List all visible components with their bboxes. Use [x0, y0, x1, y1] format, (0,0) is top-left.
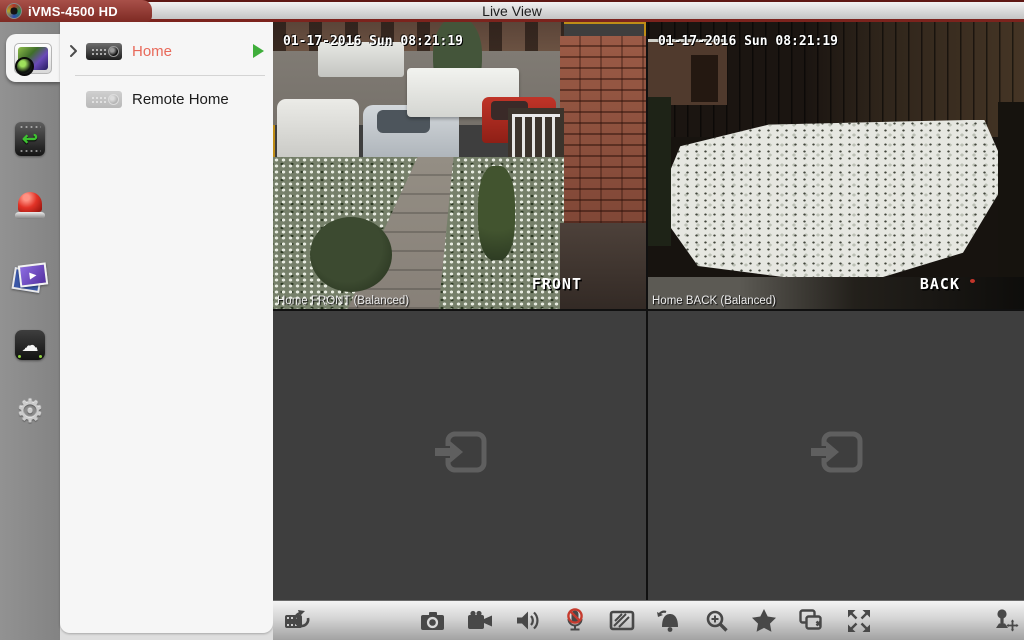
device-panel: Home Remote Home [60, 22, 273, 640]
fullscreen-icon [846, 608, 872, 634]
osd-timestamp: 01-17-2016 Sun 08:21:19 [283, 34, 463, 49]
device-panel-card: Home Remote Home [60, 22, 273, 633]
microphone-disabled-icon [562, 608, 587, 633]
dvr-icon-dots [91, 48, 106, 55]
device-label: Remote Home [132, 91, 229, 108]
star-icon [751, 608, 777, 633]
play-icon[interactable] [253, 44, 264, 58]
alarm-output-button[interactable] [655, 607, 683, 635]
drag-into-window-icon [431, 429, 489, 483]
app-logo-icon [6, 3, 22, 19]
devices-icon-dots-bottom [19, 149, 41, 153]
drag-camera-placeholder [273, 311, 646, 600]
alarm-icon-base [15, 212, 45, 219]
scene-soil [560, 223, 646, 309]
zoom-in-icon [705, 609, 729, 633]
capture-icon [420, 609, 445, 633]
scene-hedge [648, 97, 671, 246]
favorite-button[interactable] [750, 607, 778, 635]
window-division-icon [284, 608, 311, 634]
device-row-remote-home[interactable]: Remote Home [60, 77, 273, 121]
sidebar: ↩ ▶ ☁ ⚙ [0, 22, 60, 640]
osd-camera-name: FRONT [532, 275, 582, 293]
cloud-icon-dot [18, 355, 21, 358]
audio-icon [515, 608, 540, 633]
osd-timestamp: 01-17-2016 Sun 08:21:19 [658, 34, 838, 49]
device-label: Home [132, 43, 172, 60]
scene-white-car [277, 99, 359, 159]
capture-button[interactable] [418, 607, 446, 635]
sidebar-item-devices[interactable]: ↩ [0, 117, 60, 161]
channel-label: Home BACK (Balanced) [652, 295, 776, 307]
stop-all-button[interactable] [797, 607, 825, 635]
video-cell-front[interactable]: 01-17-2016 Sun 08:21:19 FRONT Home FRONT… [273, 22, 646, 309]
scene-bush [310, 217, 392, 292]
audio-button[interactable] [513, 607, 541, 635]
channel-label: Home FRONT (Balanced) [277, 295, 409, 307]
page-title: Live View [0, 3, 1024, 19]
alarm-icon [15, 192, 45, 219]
dvr-device-icon [86, 43, 122, 60]
live-view-grid: 01-17-2016 Sun 08:21:19 FRONT Home FRONT… [273, 22, 1024, 600]
pictures-icon-front-frame: ▶ [18, 262, 48, 287]
image-quality-icon [609, 608, 635, 633]
record-icon [467, 609, 493, 633]
pictures-icon: ▶ [12, 263, 48, 293]
cloud-icon-dot [39, 355, 42, 358]
sidebar-item-live-view[interactable] [6, 34, 60, 82]
divider [75, 75, 265, 76]
scene-dark-edge [998, 102, 1024, 280]
dvr-icon-dots [91, 96, 106, 103]
device-row-home[interactable]: Home [60, 29, 273, 73]
sidebar-item-pictures[interactable]: ▶ [0, 256, 60, 300]
scene-shed [648, 39, 727, 105]
cloud-icon-glyph: ☁ [22, 337, 39, 354]
chevron-right-icon[interactable] [60, 44, 86, 58]
devices-icon: ↩ [15, 122, 45, 156]
window-division-button[interactable] [283, 607, 311, 635]
osd-camera-name: BACK [920, 275, 960, 293]
devices-icon-dots [19, 125, 41, 129]
scene-shrub [478, 166, 515, 261]
live-view-icon-lens [15, 57, 34, 76]
drag-camera-placeholder [648, 311, 1024, 600]
app-title: iVMS-4500 HD [28, 4, 118, 19]
video-cell-back[interactable]: 01-17-2016 Sun 08:21:19 BACK Home BACK (… [648, 22, 1024, 309]
alarm-bell-icon [656, 608, 682, 633]
drag-into-window-icon [807, 429, 865, 483]
sidebar-item-configuration[interactable]: ⚙ [0, 389, 60, 433]
app-tab[interactable]: iVMS-4500 HD [0, 0, 152, 22]
alarm-icon-dome [18, 192, 42, 212]
digital-zoom-button[interactable] [703, 607, 731, 635]
dvr-icon-lens [108, 94, 119, 105]
ptz-button[interactable] [991, 607, 1019, 635]
ptz-joystick-icon [992, 608, 1019, 633]
dvr-device-icon-disabled [86, 91, 122, 108]
cloud-icon: ☁ [15, 330, 45, 360]
record-button[interactable] [466, 607, 494, 635]
gear-icon: ⚙ [16, 396, 44, 427]
live-view-icon [14, 43, 52, 74]
live-view-toolbar [273, 600, 1024, 640]
close-all-windows-icon [798, 608, 824, 633]
dvr-icon-lens [108, 46, 119, 57]
two-way-audio-button[interactable] [560, 607, 588, 635]
video-cell-empty[interactable] [273, 311, 646, 600]
scene-brick-wall [560, 36, 646, 254]
fullscreen-button[interactable] [845, 607, 873, 635]
image-quality-button[interactable] [608, 607, 636, 635]
devices-icon-arrow: ↩ [22, 130, 38, 149]
video-cell-empty[interactable] [648, 311, 1024, 600]
sidebar-item-alarm[interactable] [0, 183, 60, 227]
sidebar-item-cloud[interactable]: ☁ [0, 323, 60, 367]
